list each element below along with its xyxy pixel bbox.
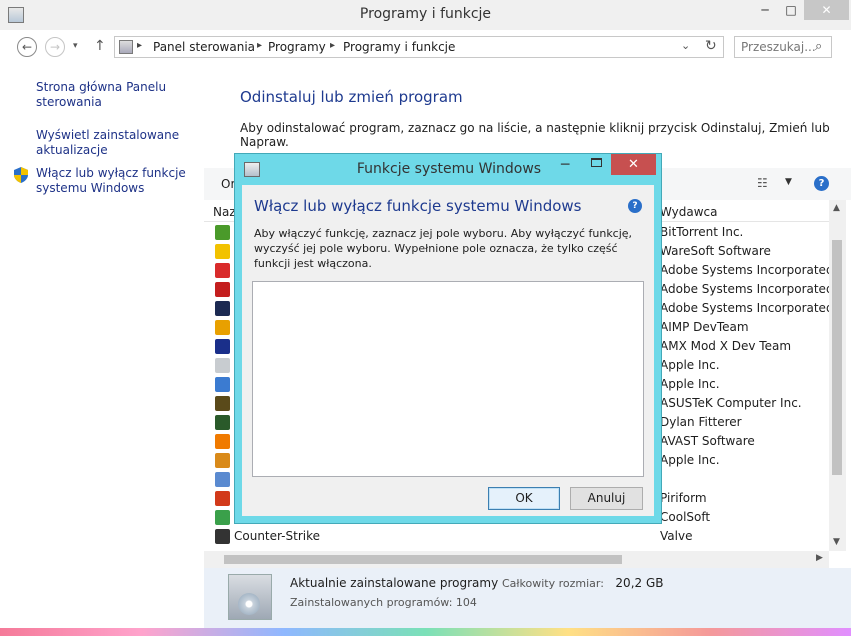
dialog-body: Włącz lub wyłącz funkcje systemu Windows…	[242, 185, 654, 516]
breadcrumb-separator[interactable]: ▸	[257, 40, 262, 51]
windows-features-dialog: Funkcje systemu Windows ─ ✕ Włącz lub wy…	[234, 153, 662, 524]
chevron-down-icon[interactable]: ▼	[785, 177, 792, 187]
program-publisher: Apple Inc.	[660, 377, 720, 391]
dialog-close-button[interactable]: ✕	[611, 154, 656, 175]
left-pane: Strona główna Panelu sterowania Wyświetl…	[0, 64, 204, 569]
program-name: Counter-Strike	[234, 529, 321, 543]
view-options-icon[interactable]: ☷	[757, 176, 768, 190]
window-title: Programy i funkcje	[359, 6, 492, 22]
program-publisher: ASUSTeK Computer Inc.	[660, 396, 802, 410]
program-publisher: BitTorrent Inc.	[660, 225, 744, 239]
details-pane: Aktualnie zainstalowane programy Całkowi…	[204, 568, 851, 628]
navigation-bar: ← → ▾ ↑ ▸ Panel sterowania ▸ Programy ▸ …	[0, 30, 851, 64]
app-window-icon	[215, 472, 230, 487]
vertical-scrollbar[interactable]: ▲ ▼	[829, 200, 846, 551]
control-panel-home-link[interactable]: Strona główna Panelu sterowania	[36, 80, 196, 110]
program-publisher: Dylan Fitterer	[660, 415, 742, 429]
program-publisher: Adobe Systems Incorporated	[660, 263, 834, 277]
control-panel-icon	[119, 40, 133, 54]
refresh-icon[interactable]: ↻	[705, 38, 717, 54]
table-row[interactable]: Counter-Strike Valve	[204, 527, 829, 546]
breadcrumb-control-panel[interactable]: Panel sterowania	[153, 40, 255, 54]
adobe-reader-icon	[215, 263, 230, 278]
disc-icon	[238, 593, 260, 615]
counter-strike-icon	[215, 529, 230, 544]
horizontal-scrollbar[interactable]: ▶	[204, 551, 829, 568]
chevron-down-icon[interactable]: ⌄	[681, 39, 690, 52]
asus-icon	[215, 396, 230, 411]
up-button[interactable]: ↑	[94, 38, 106, 54]
maximize-button[interactable]: □	[778, 0, 804, 20]
scroll-down-icon[interactable]: ▼	[833, 537, 840, 547]
program-publisher: Adobe Systems Incorporated	[660, 301, 834, 315]
close-button[interactable]: ✕	[804, 0, 849, 20]
program-publisher: AIMP DevTeam	[660, 320, 749, 334]
breadcrumb-programs[interactable]: Programy	[268, 40, 326, 54]
search-icon[interactable]: ⌕	[815, 39, 822, 54]
details-summary: Aktualnie zainstalowane programy Całkowi…	[290, 576, 664, 590]
amxx-icon	[215, 339, 230, 354]
page-title: Odinstaluj lub zmień program	[240, 88, 463, 106]
dialog-minimize-button[interactable]: ─	[561, 157, 569, 173]
dialog-heading: Włącz lub wyłącz funkcje systemu Windows	[254, 197, 582, 215]
cancel-button[interactable]: Anuluj	[570, 487, 643, 510]
dialog-maximize-button[interactable]	[591, 158, 602, 167]
breadcrumb-programs-and-features[interactable]: Programy i funkcje	[343, 40, 455, 54]
dialog-description: Aby włączyć funkcję, zaznacz jej pole wy…	[254, 227, 633, 270]
utorrent-icon	[215, 225, 230, 240]
title-bar: Programy i funkcje ─ □ ✕	[0, 0, 851, 30]
program-publisher: Apple Inc.	[660, 358, 720, 372]
apple-update-icon	[215, 377, 230, 392]
scroll-up-icon[interactable]: ▲	[833, 203, 840, 213]
minimize-button[interactable]: ─	[752, 0, 778, 20]
details-title: Aktualnie zainstalowane programy	[290, 576, 499, 590]
program-publisher: Valve	[660, 529, 693, 543]
program-publisher: Piriform	[660, 491, 707, 505]
program-publisher: WareSoft Software	[660, 244, 771, 258]
program-publisher: AVAST Software	[660, 434, 755, 448]
features-tree[interactable]	[252, 281, 644, 477]
program-publisher: Apple Inc.	[660, 453, 720, 467]
recent-locations-icon[interactable]: ▾	[73, 41, 78, 51]
program-publisher: Adobe Systems Incorporated	[660, 282, 834, 296]
avast-icon	[215, 434, 230, 449]
programs-and-features-window: Programy i funkcje ─ □ ✕ ← → ▾ ↑ ▸ Panel…	[0, 0, 851, 636]
audiosurf-icon	[215, 415, 230, 430]
help-icon[interactable]: ?	[628, 199, 642, 213]
bonjour-icon	[215, 453, 230, 468]
music-note-icon	[215, 510, 230, 525]
help-icon[interactable]: ?	[814, 176, 829, 191]
turn-windows-features-link[interactable]: Włącz lub wyłącz funkcje systemu Windows	[36, 166, 196, 196]
page-description: Aby odinstalować program, zaznacz go na …	[240, 121, 830, 149]
view-installed-updates-link[interactable]: Wyświetl zainstalowane aktualizacje	[36, 128, 196, 158]
aimp-icon	[215, 320, 230, 335]
column-publisher-header[interactable]: Wydawca	[660, 205, 718, 219]
scroll-thumb[interactable]	[832, 240, 842, 475]
ccleaner-icon	[215, 491, 230, 506]
total-size-value: 20,2 GB	[615, 576, 664, 590]
uac-shield-icon	[14, 167, 28, 183]
breadcrumb-separator[interactable]: ▸	[137, 40, 142, 51]
forward-button[interactable]: →	[45, 37, 65, 57]
program-publisher: AMX Mod X Dev Team	[660, 339, 792, 353]
program-publisher: CoolSoft	[660, 510, 711, 524]
total-size-label: Całkowity rozmiar:	[502, 577, 604, 590]
radiation-icon	[215, 244, 230, 259]
apple-shield-icon	[215, 358, 230, 373]
address-bar[interactable]: ▸ Panel sterowania ▸ Programy ▸ Programy…	[114, 36, 724, 58]
scroll-right-icon[interactable]: ▶	[816, 553, 823, 563]
breadcrumb-separator[interactable]: ▸	[330, 40, 335, 51]
desktop-strip	[0, 628, 851, 636]
scroll-thumb[interactable]	[224, 555, 622, 564]
search-box[interactable]: Przeszukaj... ⌕	[734, 36, 832, 58]
back-button[interactable]: ←	[17, 37, 37, 57]
ok-button[interactable]: OK	[488, 487, 560, 510]
column-name-header[interactable]: Naz	[213, 205, 236, 219]
search-input[interactable]: Przeszukaj...	[741, 40, 816, 54]
installed-count: Zainstalowanych programów: 104	[290, 596, 477, 609]
adobe-flash-icon	[215, 282, 230, 297]
photoshop-icon	[215, 301, 230, 316]
